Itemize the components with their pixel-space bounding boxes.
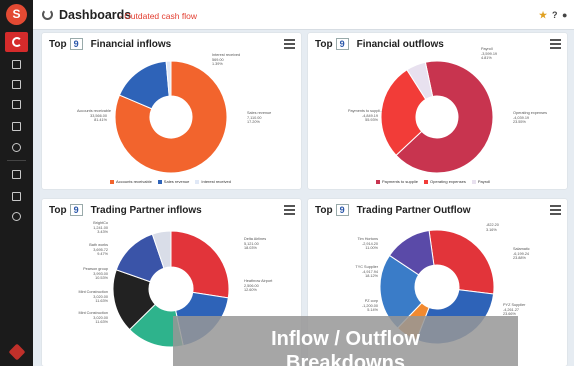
percent-icon[interactable] <box>12 143 21 152</box>
data-label: Salamatic -6,199.24 23.88% <box>513 247 530 260</box>
sidebar-divider <box>7 160 26 161</box>
data-label: Payments to suppli... -4,849.19 55.93% <box>348 109 384 122</box>
document-icon[interactable] <box>12 192 21 201</box>
donut-slice[interactable] <box>170 230 230 299</box>
caption-line-2: Breakdowns <box>286 352 405 366</box>
data-label: Delta Airlines 5,121.00 18.03% <box>244 237 267 250</box>
data-label: BrightCo 1,241.00 3.43% <box>93 221 108 234</box>
refresh-icon[interactable] <box>42 9 53 20</box>
card-financial-outflows: Top 9 Financial outflows Payroll -3,599.19 4… <box>308 33 567 189</box>
card-financial-inflows: Top 9 Financial inflows Interest received 5… <box>42 33 301 189</box>
data-label: Accounts receivable 33,566.00 81.41% <box>77 109 111 122</box>
bookmark-star-icon[interactable]: ★ <box>539 10 547 21</box>
report-icon[interactable] <box>12 80 21 89</box>
brand-mark-icon <box>8 343 26 361</box>
data-label: Sales revenue 7,110.00 17.20% <box>247 111 272 124</box>
data-label: -822.20 3.16% <box>486 223 499 232</box>
settings-icon[interactable] <box>12 212 21 221</box>
data-label: Tim Hortons -2,914.20 11.00% <box>357 237 378 250</box>
data-label: TYC Supplier -4,917.94 18.12% <box>355 265 378 278</box>
main-area: Dashboards - Outdated cash flow ★ ? ● To… <box>33 0 574 366</box>
app-root: S Dashboards - Outdated cash flow ★ ? ● … <box>0 0 574 366</box>
data-label: PYZ Supplier -4,261.27 23.66% <box>503 303 526 316</box>
data-label: Payroll -3,599.19 4.81% <box>481 47 498 60</box>
data-label: Interest received 569.00 1.39% <box>212 53 241 66</box>
data-label: Operating expenses -4,039.19 23.55% <box>513 111 547 124</box>
chart-legend: Accounts receivable Sales revenue Interest… <box>104 179 231 184</box>
list-icon[interactable] <box>12 100 21 109</box>
app-logo[interactable]: S <box>6 4 27 25</box>
caption-line-1: Inflow / Outflow <box>271 328 420 350</box>
chart-icon[interactable] <box>12 60 21 69</box>
caption-overlay: Inflow / Outflow Breakdowns <box>173 316 518 366</box>
transfer-icon[interactable] <box>12 122 21 131</box>
data-label: Mint Construction 3,020.00 11.63% <box>78 290 108 303</box>
wallet-icon[interactable] <box>12 170 21 179</box>
header: Dashboards - Outdated cash flow ★ ? ● <box>33 0 574 30</box>
donut-slice[interactable] <box>428 229 495 295</box>
data-label: Mint Construction 3,020.00 11.63% <box>78 311 108 324</box>
page-subtitle: - Outdated cash flow <box>119 11 197 21</box>
user-icon[interactable]: ● <box>562 10 567 20</box>
data-label: Heathrow Airport 2,506.00 12.60% <box>244 279 273 292</box>
help-icon[interactable]: ? <box>552 10 558 20</box>
data-label: PZ corp -1,200.00 5.14% <box>361 299 378 312</box>
data-label: Pearson group 3,993.00 10.53% <box>83 267 108 280</box>
dashboard-icon[interactable] <box>5 32 28 52</box>
data-label: Bath works 3,695.72 9.47% <box>89 243 108 256</box>
sidebar: S <box>0 0 33 366</box>
chart-legend: Payments to supplie Operating expenses Pay… <box>370 179 490 184</box>
